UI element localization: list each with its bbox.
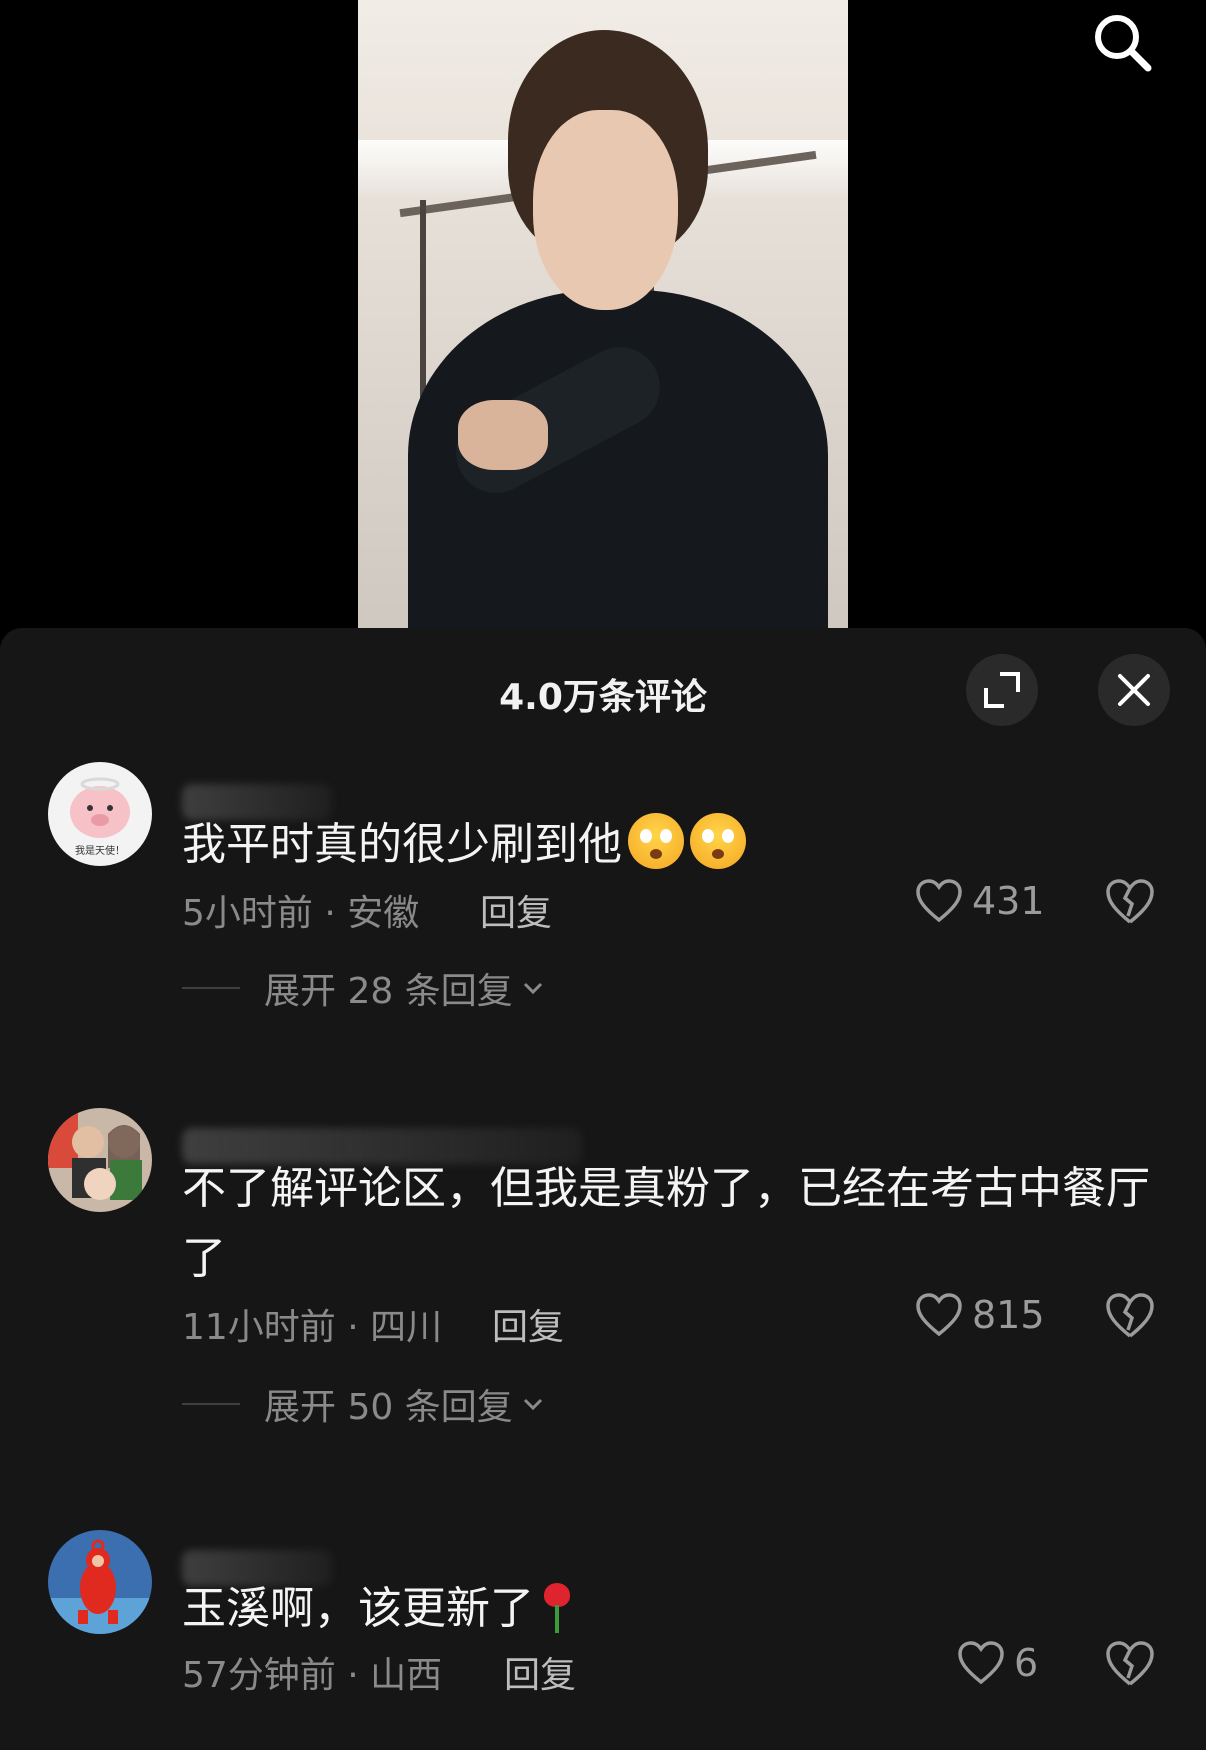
emoji-icon [628, 813, 684, 869]
broken-heart-icon[interactable] [1104, 1638, 1156, 1690]
broken-heart-icon[interactable] [1104, 876, 1156, 928]
search-button[interactable] [1088, 8, 1158, 78]
avatar[interactable] [48, 1108, 152, 1212]
person-face [533, 110, 678, 310]
like-count: 815 [972, 1293, 1045, 1337]
heart-icon [916, 1293, 962, 1337]
person-hand [458, 400, 548, 470]
comment-text: 我平时真的很少刷到他 [182, 810, 1162, 880]
video-player[interactable] [0, 0, 1206, 630]
comment-meta: 5小时前 · 安徽 [182, 893, 420, 934]
svg-text:我是天使！: 我是天使！ [75, 844, 125, 857]
chevron-down-icon [523, 982, 542, 995]
expand-replies[interactable]: 展开 28 条回复 [182, 962, 547, 1014]
reply-button[interactable]: 回复 [480, 884, 552, 936]
like-count: 431 [972, 879, 1045, 923]
teletubby-avatar [48, 1530, 152, 1634]
close-button[interactable] [1098, 654, 1170, 726]
comment-sheet: 4.0万条评论 我是天使！ 我平时真的很少刷到他 5小时前 · 安徽 回复 43… [0, 628, 1206, 1750]
like-button[interactable]: 815 [914, 1292, 1045, 1338]
comment-text: 玉溪啊，该更新了 [182, 1574, 1162, 1644]
family-photo-avatar [48, 1108, 152, 1212]
heart-icon [958, 1641, 1004, 1685]
fullscreen-button[interactable] [966, 654, 1038, 726]
broken-heart-icon[interactable] [1104, 1290, 1156, 1342]
video-frame[interactable] [358, 0, 848, 630]
heart-icon [916, 879, 962, 923]
search-icon [1095, 15, 1152, 72]
comment-text: 不了解评论区，但我是真粉了，已经在考古中餐厅了 [182, 1163, 1150, 1284]
avatar[interactable]: 我是天使！ [48, 762, 152, 866]
reply-button[interactable]: 回复 [504, 1646, 576, 1698]
like-count: 6 [1014, 1641, 1039, 1685]
comment-meta: 57分钟前 · 山西 [182, 1655, 443, 1696]
reply-button[interactable]: 回复 [492, 1298, 564, 1350]
pig-angel-avatar: 我是天使！ [48, 762, 152, 866]
like-button[interactable]: 6 [956, 1640, 1038, 1686]
comment-meta: 11小时前 · 四川 [182, 1307, 443, 1348]
chevron-down-icon [523, 1398, 542, 1411]
emoji-icon [690, 813, 746, 869]
divider [182, 1403, 240, 1405]
fullscreen-icon [984, 672, 1020, 708]
expand-replies[interactable]: 展开 50 条回复 [182, 1378, 547, 1430]
divider [182, 987, 240, 989]
close-icon [1118, 674, 1150, 706]
like-button[interactable]: 431 [914, 878, 1045, 924]
avatar[interactable] [48, 1530, 152, 1634]
rose-emoji-icon [542, 1579, 572, 1635]
